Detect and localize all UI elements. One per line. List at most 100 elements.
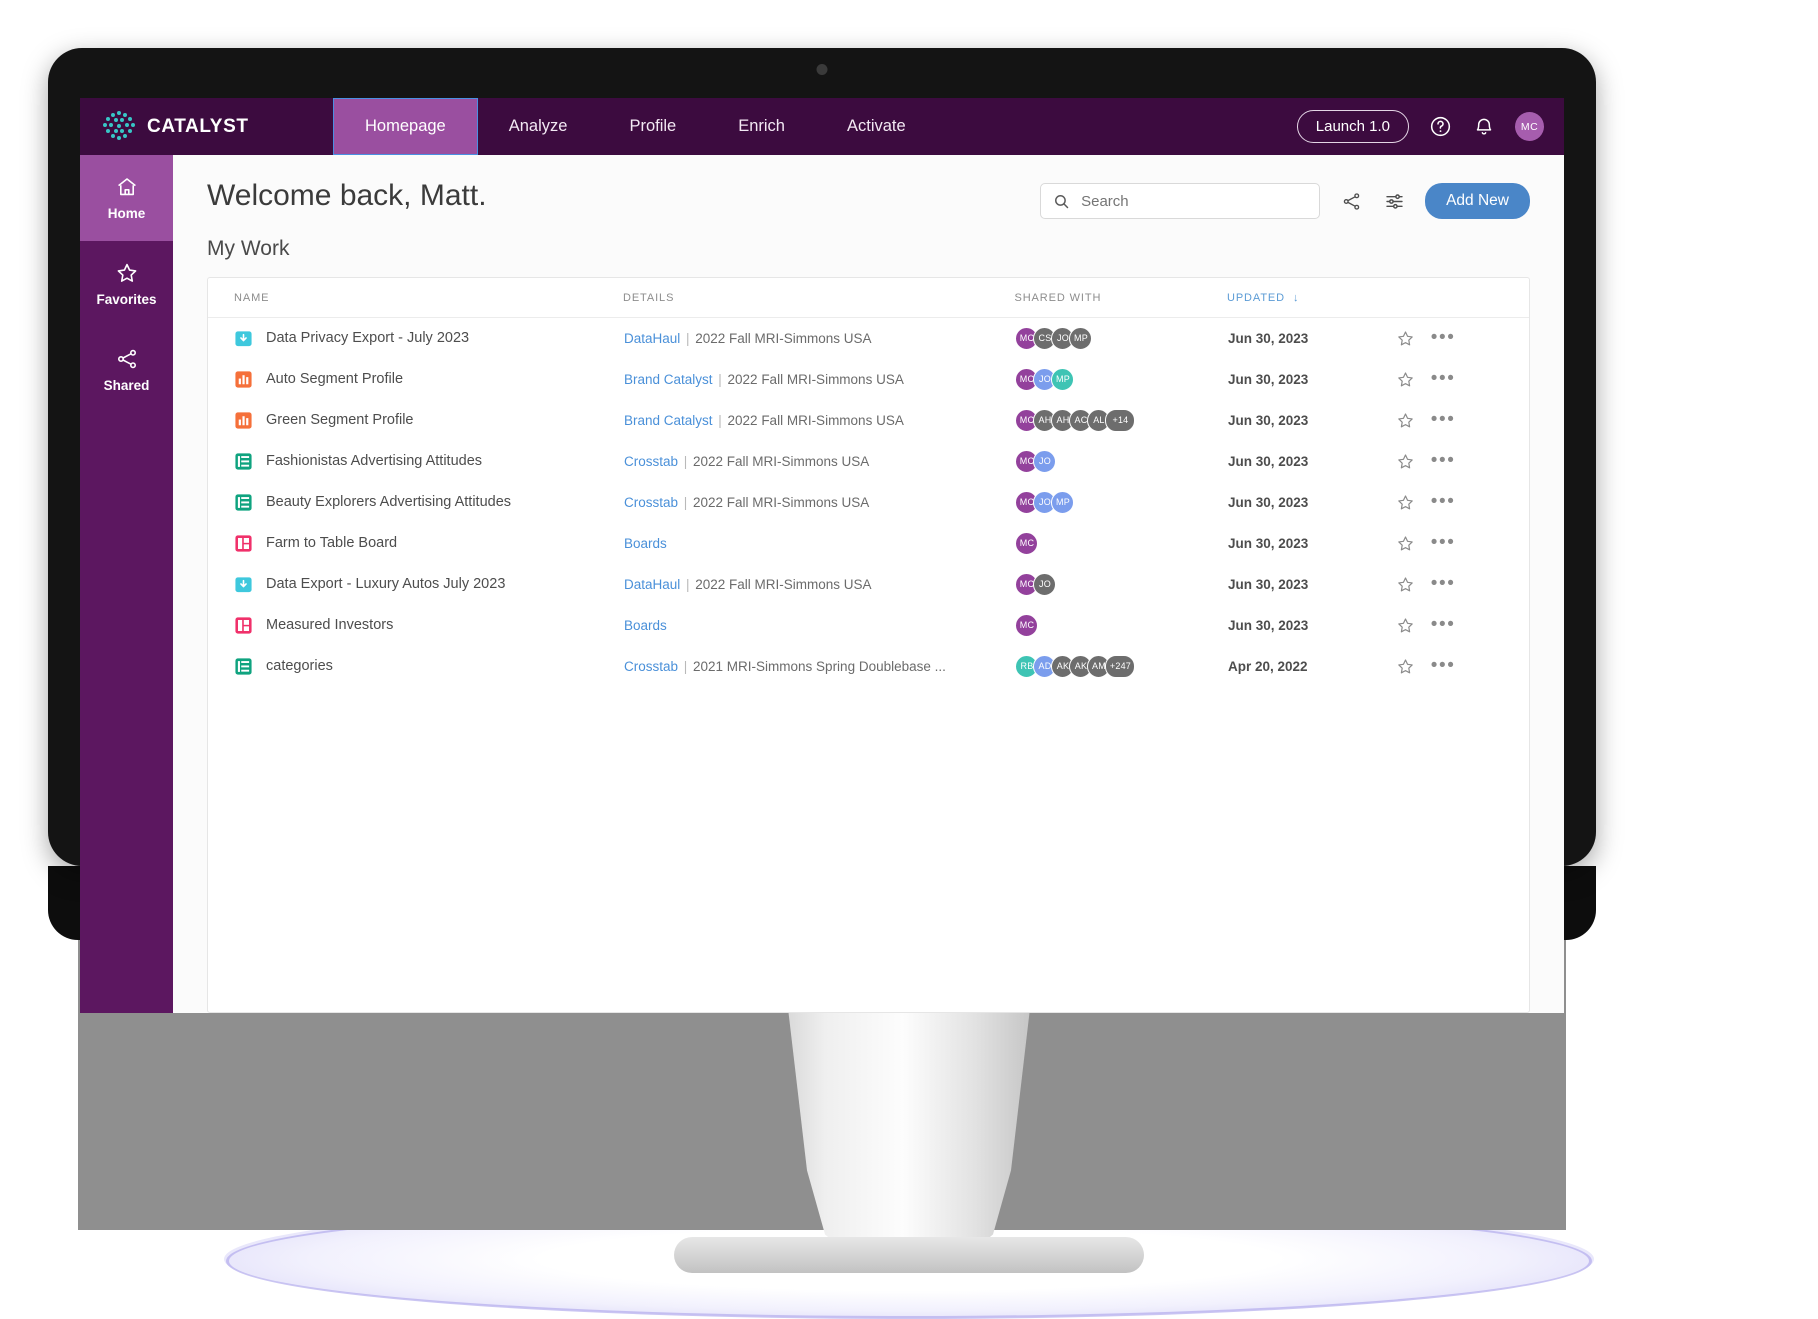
detail-link[interactable]: Crosstab — [624, 659, 678, 674]
column-header-name[interactable]: NAME — [208, 278, 623, 318]
table-row[interactable]: Auto Segment Profile Brand Catalyst | 202… — [208, 359, 1529, 400]
star-outline-icon[interactable] — [1396, 534, 1415, 553]
bell-icon[interactable] — [1471, 114, 1497, 140]
avatar-group[interactable]: MC CS JO MP — [1015, 326, 1226, 350]
cell-name: Measured Investors — [208, 605, 623, 646]
download-file-icon — [234, 329, 253, 348]
more-horizontal-icon[interactable]: ••• — [1431, 533, 1456, 552]
more-horizontal-icon[interactable]: ••• — [1431, 492, 1456, 511]
avatar[interactable]: MC — [1515, 112, 1544, 141]
column-header-details[interactable]: DETAILS — [622, 278, 1015, 318]
sidebar-item-home[interactable]: Home — [80, 155, 173, 241]
table-row[interactable]: Data Privacy Export - July 2023 DataHaul … — [208, 318, 1529, 359]
star-outline-icon[interactable] — [1396, 657, 1415, 676]
cell-updated: Apr 20, 2022 — [1227, 658, 1308, 674]
column-header-actions — [1394, 278, 1529, 318]
table-row[interactable]: categories Crosstab | 2021 MRI-Simmons Sp… — [208, 646, 1529, 687]
cell-updated: Jun 30, 2023 — [1227, 576, 1309, 592]
brand-logo[interactable]: CATALYST — [80, 98, 333, 155]
detail-link[interactable]: Boards — [624, 618, 667, 633]
more-horizontal-icon[interactable]: ••• — [1431, 369, 1456, 388]
add-new-button[interactable]: Add New — [1425, 183, 1530, 219]
avatar-group[interactable]: MC JO — [1015, 449, 1226, 473]
avatar[interactable]: MP — [1051, 367, 1075, 391]
star-outline-icon[interactable] — [1396, 329, 1415, 348]
help-circle-icon[interactable] — [1427, 114, 1453, 140]
avatar[interactable]: JO — [1033, 449, 1057, 473]
detail-link[interactable]: Brand Catalyst — [624, 372, 713, 387]
sliders-icon[interactable] — [1382, 189, 1406, 213]
brand-name: CATALYST — [147, 115, 249, 137]
avatar[interactable]: JO — [1033, 572, 1057, 596]
avatar-overflow-count[interactable]: +14 — [1105, 408, 1136, 432]
table-row[interactable]: Measured Investors Boards MC Jun 30, 2023 ••… — [208, 605, 1529, 646]
avatar-group[interactable]: MC — [1015, 531, 1226, 555]
more-horizontal-icon[interactable]: ••• — [1431, 410, 1456, 429]
detail-link[interactable]: Crosstab — [624, 495, 678, 510]
avatar-group[interactable]: RB AD AK AK AM +247 — [1015, 654, 1226, 678]
avatar-group[interactable]: MC JO MP — [1015, 490, 1226, 514]
nav-item-activate[interactable]: Activate — [816, 98, 937, 155]
avatar-group[interactable]: MC JO MP — [1015, 367, 1226, 391]
detail-link[interactable]: Boards — [624, 536, 667, 551]
share-icon[interactable] — [1339, 189, 1363, 213]
detail-link[interactable]: Crosstab — [624, 454, 678, 469]
avatar[interactable]: MP — [1051, 490, 1075, 514]
detail-link[interactable]: DataHaul — [624, 331, 680, 346]
bar-chart-icon — [234, 370, 253, 389]
item-name[interactable]: Auto Segment Profile — [266, 371, 403, 387]
table-row[interactable]: Beauty Explorers Advertising Attitudes Cr… — [208, 482, 1529, 523]
detail-link[interactable]: Brand Catalyst — [624, 413, 713, 428]
avatar-group[interactable]: MC AH AH AC AL +14 — [1015, 408, 1226, 432]
launch-button[interactable]: Launch 1.0 — [1296, 110, 1409, 143]
detail-link[interactable]: DataHaul — [624, 577, 680, 592]
star-outline-icon[interactable] — [1396, 575, 1415, 594]
sidebar-item-shared[interactable]: Shared — [80, 327, 173, 413]
nav-item-analyze[interactable]: Analyze — [478, 98, 599, 155]
avatar[interactable]: MP — [1069, 326, 1093, 350]
table-row[interactable]: Data Export - Luxury Autos July 2023 Data… — [208, 564, 1529, 605]
search-box[interactable] — [1040, 183, 1321, 219]
more-horizontal-icon[interactable]: ••• — [1431, 451, 1456, 470]
work-list-card: NAME DETAILS SHARED WITH UPDATED ↓ Data … — [207, 277, 1530, 1013]
nav-item-enrich[interactable]: Enrich — [707, 98, 816, 155]
item-name[interactable]: Beauty Explorers Advertising Attitudes — [266, 494, 511, 510]
star-outline-icon[interactable] — [1396, 616, 1415, 635]
column-header-updated[interactable]: UPDATED ↓ — [1226, 278, 1395, 318]
column-header-shared-with[interactable]: SHARED WITH — [1014, 278, 1227, 318]
avatar-group[interactable]: MC JO — [1015, 572, 1226, 596]
nav-item-profile[interactable]: Profile — [598, 98, 707, 155]
detail-dataset: 2022 Fall MRI-Simmons USA — [727, 371, 904, 387]
nav-item-homepage[interactable]: Homepage — [333, 98, 478, 155]
content-header: Welcome back, Matt. Search Add New My Wo… — [173, 155, 1564, 261]
star-outline-icon[interactable] — [1396, 452, 1415, 471]
item-name[interactable]: categories — [266, 658, 333, 674]
more-horizontal-icon[interactable]: ••• — [1431, 615, 1456, 634]
table-row[interactable]: Fashionistas Advertising Attitudes Crosst… — [208, 441, 1529, 482]
item-name[interactable]: Data Export - Luxury Autos July 2023 — [266, 576, 505, 592]
sidebar-item-favorites[interactable]: Favorites — [80, 241, 173, 327]
more-horizontal-icon[interactable]: ••• — [1431, 574, 1456, 593]
avatar[interactable]: MC — [1015, 613, 1039, 637]
item-name[interactable]: Farm to Table Board — [266, 535, 397, 551]
avatar-overflow-count[interactable]: +247 — [1105, 654, 1136, 678]
cell-actions: ••• — [1395, 605, 1529, 646]
star-outline-icon[interactable] — [1396, 411, 1415, 430]
item-name[interactable]: Data Privacy Export - July 2023 — [266, 330, 469, 346]
item-name[interactable]: Green Segment Profile — [266, 412, 414, 428]
item-name[interactable]: Measured Investors — [266, 617, 393, 633]
search-input[interactable] — [1079, 191, 1308, 211]
more-horizontal-icon[interactable]: ••• — [1431, 328, 1456, 347]
table-row[interactable]: Green Segment Profile Brand Catalyst | 20… — [208, 400, 1529, 441]
table-row[interactable]: Farm to Table Board Boards MC Jun 30, 2023 •… — [208, 523, 1529, 564]
item-name[interactable]: Fashionistas Advertising Attitudes — [266, 453, 482, 469]
star-outline-icon[interactable] — [1396, 370, 1415, 389]
star-icon — [115, 261, 139, 285]
star-outline-icon[interactable] — [1396, 493, 1415, 512]
cell-shared-with: MC JO MP — [1014, 482, 1227, 523]
avatar[interactable]: MC — [1015, 531, 1039, 555]
more-horizontal-icon[interactable]: ••• — [1431, 656, 1456, 675]
cell-name: Auto Segment Profile — [208, 359, 623, 400]
avatar-group[interactable]: MC — [1015, 613, 1226, 637]
share-icon — [115, 347, 139, 371]
